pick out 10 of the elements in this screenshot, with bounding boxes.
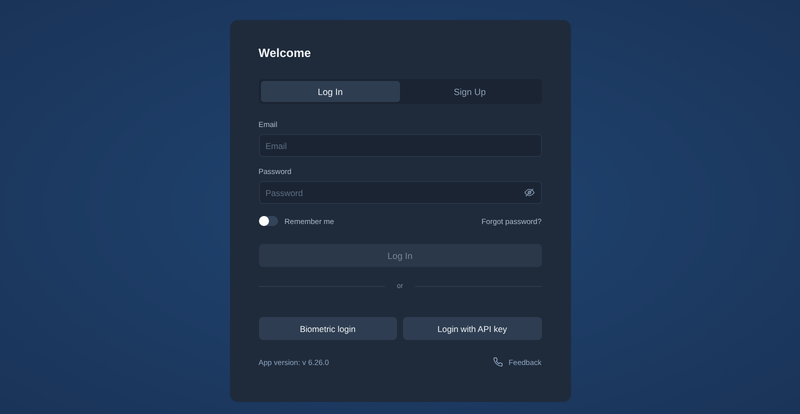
card-title: Welcome [258, 46, 312, 60]
tab[interactable]: Sign Up [400, 81, 540, 102]
phone-icon [492, 357, 503, 367]
login-option-button[interactable]: Biometric login [258, 317, 397, 340]
remember-toggle[interactable] [258, 216, 278, 226]
tab[interactable]: Log In [260, 81, 400, 102]
eye-slash-icon[interactable] [524, 187, 534, 198]
email-field[interactable]: Email [258, 134, 542, 157]
login-option-button[interactable]: Login with API key [403, 317, 542, 340]
password-field[interactable]: Password [258, 181, 542, 204]
